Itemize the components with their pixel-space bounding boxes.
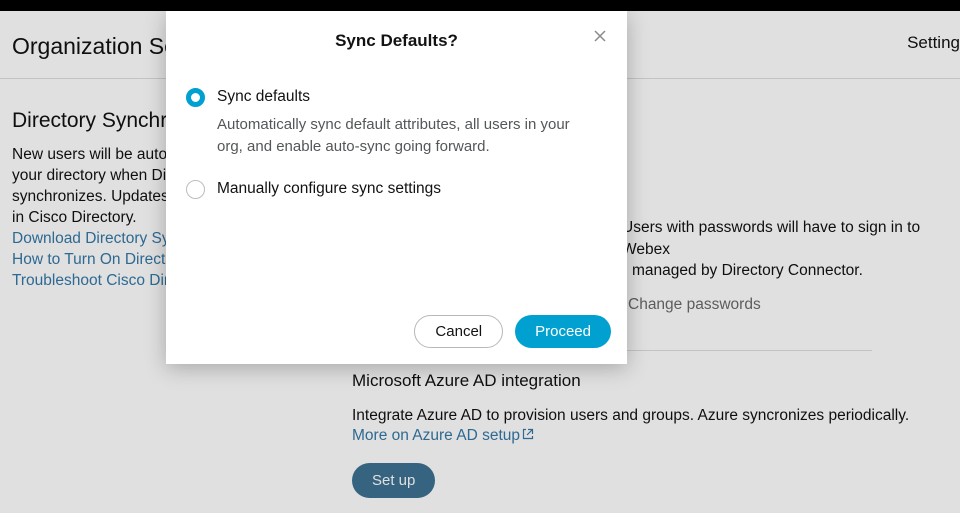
radio-option-sync-defaults[interactable]: Sync defaults Automatically sync default… (186, 87, 593, 159)
modal-body: Sync defaults Automatically sync default… (166, 51, 627, 200)
close-icon (592, 28, 608, 44)
radio-unchecked-icon (186, 180, 205, 199)
modal-close-button[interactable] (589, 25, 611, 47)
radio-checked-icon (186, 88, 205, 107)
proceed-button[interactable]: Proceed (515, 315, 611, 348)
modal-header: Sync Defaults? (166, 11, 627, 51)
radio-option-manual[interactable]: Manually configure sync settings (186, 179, 593, 200)
sync-defaults-modal: Sync Defaults? Sync defaults Automatical… (166, 11, 627, 364)
window-topbar (0, 0, 960, 11)
radio-desc: Automatically sync default attributes, a… (217, 114, 587, 159)
radio-label: Manually configure sync settings (217, 179, 441, 200)
modal-footer: Cancel Proceed (414, 315, 611, 348)
modal-overlay[interactable]: Sync Defaults? Sync defaults Automatical… (0, 11, 960, 513)
modal-title: Sync Defaults? (166, 31, 627, 51)
radio-label: Sync defaults (217, 87, 587, 108)
cancel-button[interactable]: Cancel (414, 315, 503, 348)
